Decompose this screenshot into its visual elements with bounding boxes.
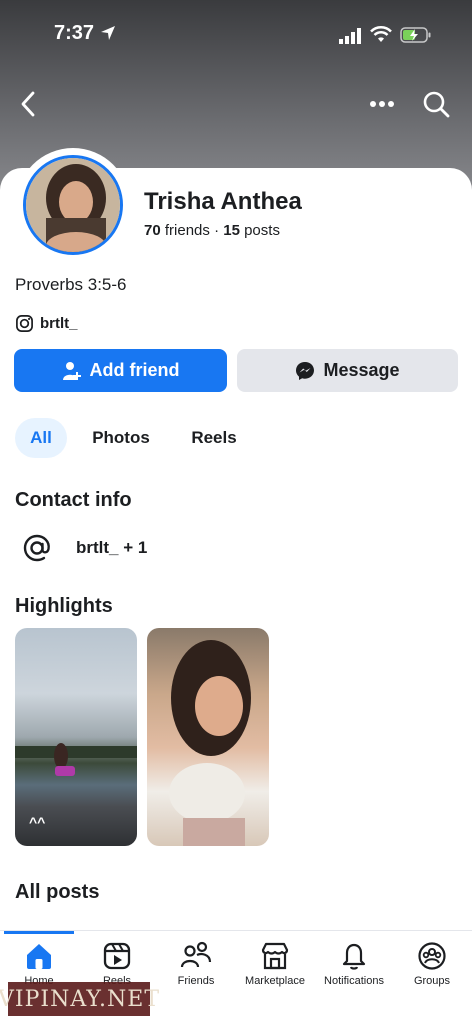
groups-icon	[418, 942, 446, 970]
tab-all[interactable]: All	[15, 418, 67, 458]
watermark-logo: VIPINAY.NET	[0, 982, 159, 1016]
instagram-icon	[16, 315, 33, 332]
nav-groups[interactable]: Groups	[392, 941, 472, 987]
status-bar: 7:37	[0, 22, 472, 48]
status-time: 7:37	[54, 22, 95, 44]
wifi-icon	[370, 26, 392, 42]
friends-icon	[180, 941, 212, 968]
profile-name: Trisha Anthea	[144, 188, 302, 215]
nav-notifications[interactable]: Notifications	[314, 941, 394, 987]
more-dots-icon	[370, 101, 394, 107]
reels-icon	[103, 942, 131, 970]
highlights-heading: Highlights	[15, 595, 113, 617]
back-button[interactable]	[10, 86, 46, 122]
at-sign-icon	[23, 534, 50, 562]
instagram-link[interactable]: brtlt_	[15, 314, 78, 333]
search-icon	[423, 91, 450, 118]
nav-label: Marketplace	[245, 975, 305, 987]
friends-count[interactable]: 70	[144, 222, 161, 239]
instagram-handle: brtlt_	[40, 315, 78, 332]
friends-label[interactable]: friends	[165, 222, 210, 239]
nav-marketplace[interactable]: Marketplace	[235, 941, 315, 987]
avatar-photo	[23, 155, 123, 255]
add-friend-icon	[62, 361, 81, 380]
posts-label: posts	[244, 222, 280, 239]
home-icon	[27, 944, 51, 969]
cellular-signal-icon	[339, 28, 361, 44]
tab-reels[interactable]: Reels	[184, 418, 244, 458]
location-arrow-icon	[101, 26, 115, 40]
nav-home[interactable]: Home	[0, 941, 79, 987]
nav-label: Notifications	[324, 975, 384, 987]
battery-charging-icon	[400, 27, 431, 43]
posts-count: 15	[223, 222, 240, 239]
contact-info-heading: Contact info	[15, 489, 132, 511]
bell-icon	[342, 943, 366, 970]
contact-value: brtlt_ + 1	[76, 538, 148, 557]
marketplace-icon	[261, 942, 289, 970]
nav-label: Groups	[413, 975, 451, 987]
stats-separator: ·	[214, 222, 220, 239]
nav-friends[interactable]: Friends	[156, 941, 236, 987]
highlight-item[interactable]	[147, 628, 269, 846]
search-button[interactable]	[418, 86, 454, 122]
add-friend-button[interactable]: Add friend	[14, 349, 227, 392]
highlight-item[interactable]: ^^	[15, 628, 137, 846]
all-posts-heading: All posts	[15, 881, 100, 903]
add-friend-label: Add friend	[89, 360, 180, 380]
nav-label: Friends	[177, 975, 215, 987]
message-button[interactable]: Message	[237, 349, 458, 392]
nav-reels[interactable]: Reels	[77, 941, 157, 987]
active-tab-indicator	[4, 931, 74, 934]
messenger-icon	[296, 361, 315, 380]
profile-avatar[interactable]	[16, 148, 130, 262]
profile-stats: 70 friends · 15 posts	[144, 222, 280, 239]
more-options-button[interactable]	[364, 86, 400, 122]
contact-info-row[interactable]: brtlt_ + 1	[22, 533, 147, 563]
highlight-caption: ^^	[29, 814, 46, 830]
profile-bio: Proverbs 3:5-6	[15, 275, 127, 294]
tab-photos[interactable]: Photos	[84, 418, 158, 458]
chevron-left-icon	[21, 91, 35, 117]
message-label: Message	[323, 360, 400, 380]
